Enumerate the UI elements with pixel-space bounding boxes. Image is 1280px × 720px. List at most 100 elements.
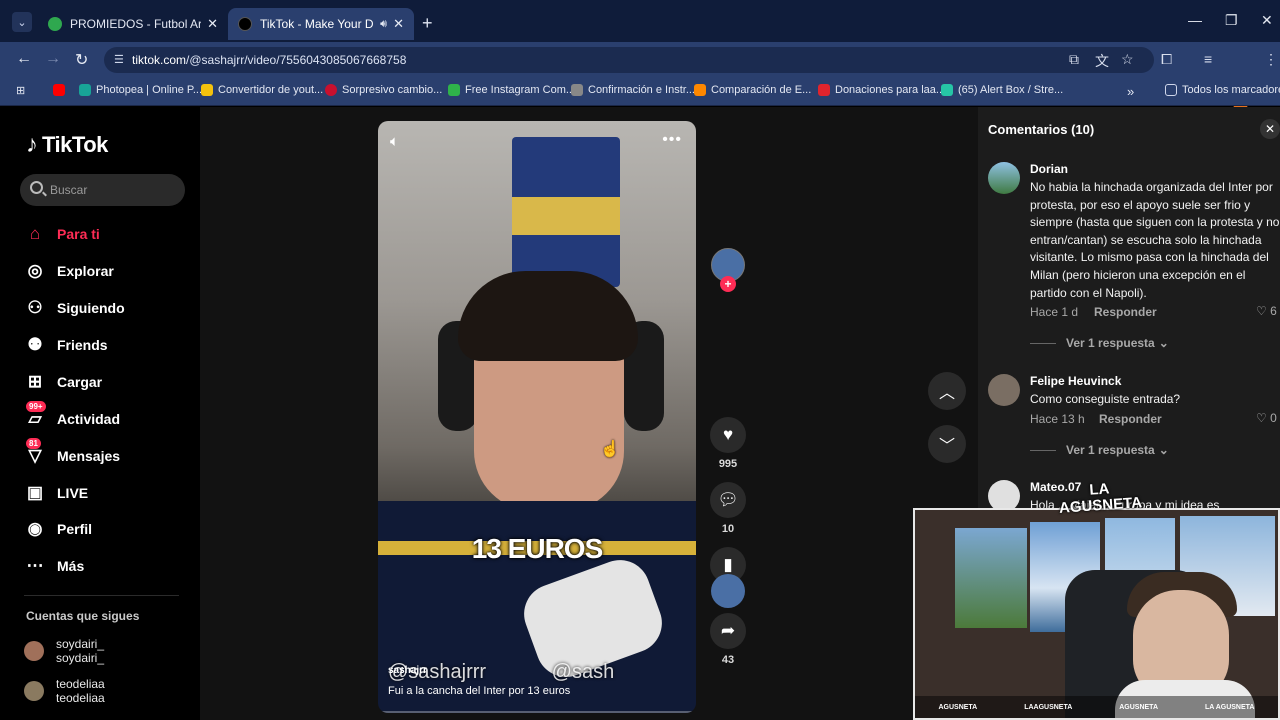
install-app-icon[interactable]: ⧉	[1069, 51, 1079, 68]
view-replies-button[interactable]: Ver 1 respuesta ⌄	[1030, 443, 1169, 457]
bookmark-label: Photopea | Online P...	[96, 84, 203, 96]
url-field[interactable]: ☰ tiktok.com/@sashajrr/video/75560430850…	[104, 47, 1154, 73]
new-tab-button[interactable]: +	[422, 13, 433, 34]
search-box[interactable]	[20, 174, 185, 206]
bookmark-confirmacion[interactable]: Confirmación e Instr...	[571, 84, 695, 96]
nav-para-ti[interactable]: ⌂ Para ti	[24, 221, 100, 247]
chevron-down-icon: ⌄	[1158, 443, 1169, 457]
music-disc-avatar[interactable]	[711, 574, 745, 608]
replies-divider	[1030, 449, 1056, 451]
close-tab-icon[interactable]: ✕	[393, 16, 404, 32]
comment-icon: 💬︎	[710, 482, 746, 518]
previous-video-button[interactable]: ︿	[928, 372, 966, 410]
share-button[interactable]: ➦ 43	[710, 613, 746, 666]
bookmarks-overflow-icon[interactable]: »	[1127, 84, 1134, 99]
tab-title: PROMIEDOS - Futbol Argentino	[70, 17, 202, 31]
back-icon[interactable]: ←	[16, 50, 32, 68]
follow-plus-icon[interactable]: +	[720, 276, 736, 292]
video-player[interactable]: 13 EUROS @sashajrrr @sash sashajrr Fui a…	[378, 121, 696, 713]
view-replies-button[interactable]: Ver 1 respuesta ⌄	[1030, 336, 1169, 350]
comment-like[interactable]: ♡ 0	[1256, 411, 1277, 425]
mouse-cursor-icon: ☝	[600, 441, 620, 458]
nav-live[interactable]: ▣ LIVE	[24, 480, 88, 506]
comment-time: Hace 1 d	[1030, 305, 1079, 319]
tab-search-button[interactable]: ⌄	[12, 12, 32, 32]
share-icon: ➦	[710, 613, 746, 649]
bookmark-star-icon[interactable]: ☆	[1121, 51, 1134, 68]
forward-icon[interactable]: →	[45, 50, 61, 68]
youtube-icon	[53, 84, 65, 96]
profile-icon: ◉	[27, 519, 43, 538]
nav-mas[interactable]: ⋯ Más	[24, 553, 85, 579]
video-progress-bar[interactable]	[378, 711, 696, 713]
search-input[interactable]	[50, 180, 175, 200]
nav-mensajes[interactable]: ▽ 81 Mensajes	[24, 438, 120, 469]
folder-icon	[201, 84, 213, 96]
tiktok-logo[interactable]: ♪ TikTok	[26, 131, 108, 159]
account-name: teodeliaa	[56, 677, 105, 691]
social-handle-youtube: LA AGUSNETA	[1204, 703, 1255, 711]
comment-text: No habia la hinchada organizada del Inte…	[1030, 180, 1280, 300]
link-icon	[571, 84, 583, 96]
bookmark-comparacion[interactable]: Comparación de E...	[694, 84, 811, 96]
all-bookmarks[interactable]: Todos los marcadores	[1165, 84, 1280, 96]
site-icon	[941, 84, 953, 96]
bookmark-sorpresivo[interactable]: Sorpresivo cambio...	[325, 84, 442, 96]
bookmark-youtube[interactable]	[53, 84, 70, 96]
next-video-button[interactable]: ﹀	[928, 425, 966, 463]
minimize-icon[interactable]: —	[1188, 12, 1202, 28]
reply-button[interactable]: Responder	[1099, 412, 1162, 426]
bookmark-photopea[interactable]: Photopea | Online P...	[79, 84, 202, 96]
social-handle-x: LAAGUSNETA	[1024, 703, 1073, 711]
comments-title: Comentarios (10)	[988, 122, 1095, 137]
like-button[interactable]: ♥ 995	[710, 417, 746, 470]
nav-label: Para ti	[57, 226, 100, 242]
comment-author[interactable]: Felipe Heuvinck	[1030, 374, 1121, 388]
close-window-icon[interactable]: ✕	[1261, 12, 1273, 29]
comment-like[interactable]: ♡ 6	[1256, 304, 1277, 318]
volume-icon[interactable]: 🔈︎	[390, 133, 399, 150]
nav-siguiendo[interactable]: ⚇ Siguiendo	[24, 295, 124, 321]
nav-actividad[interactable]: ▱ 99+ Actividad	[24, 401, 120, 432]
activity-badge: 99+	[26, 401, 46, 412]
site-info-icon[interactable]: ☰	[114, 53, 124, 66]
activity-icon: ▱ 99+	[24, 401, 46, 429]
close-tab-icon[interactable]: ✕	[207, 16, 218, 32]
address-bar-row: ← → ↻ ☰ tiktok.com/@sashajrr/video/75560…	[0, 42, 1280, 110]
avatar[interactable]	[988, 162, 1020, 194]
following-account[interactable]: teodeliaa teodeliaa	[24, 677, 105, 705]
tab-tiktok[interactable]: TikTok - Make Your Day 🔊︎ ✕	[228, 8, 414, 40]
bookmark-convertidor[interactable]: Convertidor de yout...	[201, 84, 323, 96]
nav-explorar[interactable]: ◎ Explorar	[24, 258, 114, 284]
bookmark-alertbox[interactable]: (65) Alert Box / Stre...	[941, 84, 1063, 96]
account-name: soydairi_	[56, 637, 105, 651]
reload-icon[interactable]: ↻	[75, 50, 88, 70]
avatar[interactable]	[988, 374, 1020, 406]
apps-grid-icon[interactable]: ⊞	[16, 84, 25, 97]
reply-button[interactable]: Responder	[1094, 305, 1157, 319]
following-account[interactable]: soydairi_ soydairi_	[24, 637, 104, 665]
more-options-icon[interactable]: •••	[662, 131, 682, 149]
like-count: 995	[718, 458, 738, 470]
video-author[interactable]: sashajrr	[388, 665, 427, 676]
view-replies-label: Ver 1 respuesta	[1066, 443, 1155, 457]
browser-menu-icon[interactable]: ⋮	[1264, 51, 1278, 68]
translate-icon[interactable]: 文	[1095, 51, 1109, 71]
tab-promiedos[interactable]: PROMIEDOS - Futbol Argentino ✕	[38, 8, 228, 40]
nav-cargar[interactable]: ⊞ Cargar	[24, 369, 102, 395]
maximize-icon[interactable]: ❐	[1225, 12, 1238, 29]
nav-perfil[interactable]: ◉ Perfil	[24, 516, 92, 542]
speaker-icon[interactable]: 🔊︎	[380, 18, 387, 31]
close-icon[interactable]: ✕	[1260, 119, 1280, 139]
tiktok-note-icon: ♪	[26, 131, 38, 158]
avatar	[24, 641, 44, 661]
comment-button[interactable]: 💬︎ 10	[710, 482, 746, 535]
url-domain: tiktok.com	[132, 53, 187, 67]
friends-icon: ⚉	[27, 335, 43, 354]
comment-author[interactable]: Dorian	[1030, 162, 1068, 176]
media-control-icon[interactable]: ≡	[1204, 51, 1212, 67]
bookmark-instagram[interactable]: Free Instagram Com...	[448, 84, 575, 96]
nav-friends[interactable]: ⚉ Friends	[24, 332, 107, 358]
bookmark-donaciones[interactable]: Donaciones para laa...	[818, 84, 945, 96]
extensions-icon[interactable]: ⧠	[1161, 51, 1172, 68]
